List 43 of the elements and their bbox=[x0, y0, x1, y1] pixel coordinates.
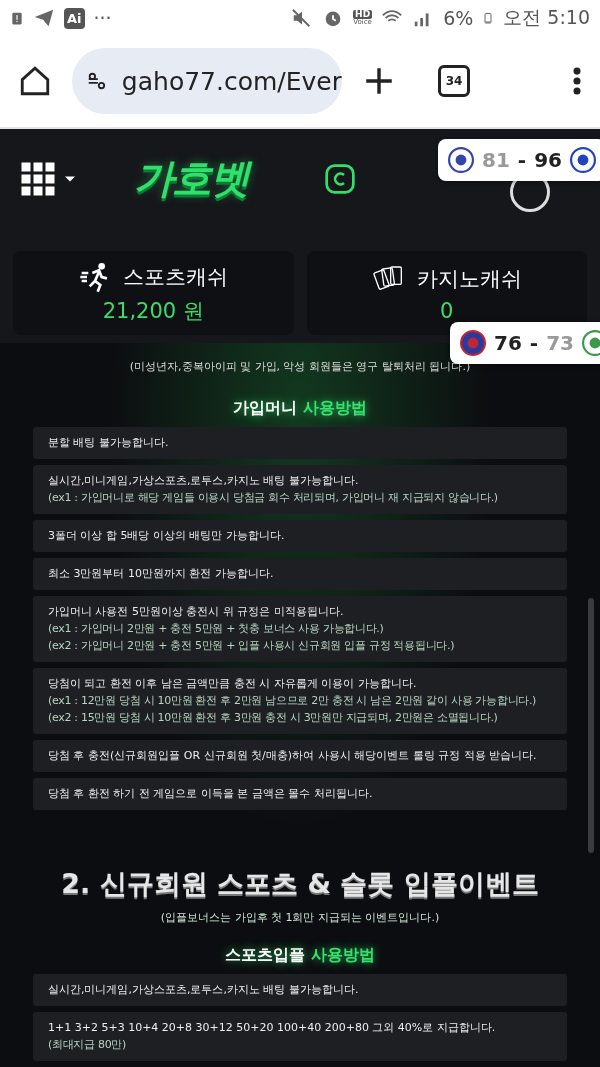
app-badge: Ai bbox=[64, 7, 85, 29]
wallet-amount: 21,200 원 bbox=[102, 297, 204, 325]
section-heading: 가입머니 사용방법 bbox=[233, 398, 367, 419]
team-crest-icon bbox=[448, 147, 474, 173]
rule-example: (ex1 : 가입머니 2만원 + 충전 5만원 + 첫충 보너스 사용 가능합니다.) bbox=[48, 622, 385, 636]
rule-text: 당첨 후 충전(신규회원입플 OR 신규회원 첫/매충)하여 사용시 해당이벤트 롤링 규정 적용 받습니다. bbox=[48, 749, 538, 763]
wallet-amount: 0 bbox=[440, 298, 454, 323]
more-notifications: ··· bbox=[93, 7, 112, 30]
wallet-card[interactable]: 스포츠캐쉬 21,200 원 bbox=[13, 250, 294, 335]
rule-text: 1+1 3+2 5+3 10+4 20+8 30+12 50+20 100+40 200+80 그외 40%로 지급합니다. bbox=[48, 1021, 497, 1035]
score-separator: - bbox=[517, 148, 527, 172]
coin-icon[interactable] bbox=[324, 162, 356, 195]
section-title: 2. 신규회원 스포츠 & 슬롯 입플이벤트 bbox=[61, 867, 539, 901]
rule-example: (ex1 : 가입머니로 해당 게임들 이용시 당첨금 회수 처리되며, 가입머니 재 지급되지 않습니다.) bbox=[48, 491, 499, 505]
team-crest-icon bbox=[460, 330, 486, 356]
rule-text: 최소 3만원부터 10만원까지 환전 가능합니다. bbox=[48, 567, 275, 581]
score-popup[interactable]: 81 - 96 bbox=[438, 139, 600, 181]
rule-text: 당첨 후 환전 하기 전 게임으로 이득을 본 금액은 몰수 처리됩니다. bbox=[48, 787, 374, 801]
clock: 오전 5:10 bbox=[503, 5, 590, 31]
rule-example: (ex2 : 가입머니 2만원 + 충전 5만원 + 입플 사용시 신규회원 입플 규정 적용됩니다.) bbox=[48, 639, 456, 653]
rule-text: 분할 배팅 불가능합니다. bbox=[48, 436, 170, 450]
rule-example: (ex1 : 12만원 당첨 시 10만원 환전 후 2만원 남으므로 2만 충전 시 남은 2만원 같이 사용 가능합니다.) bbox=[48, 694, 538, 708]
rule-text: 3폴더 이상 합 5배당 이상의 배팅만 가능합니다. bbox=[48, 529, 286, 543]
wallet-label: 스포츠캐쉬 bbox=[122, 263, 228, 291]
hd-label: HD bbox=[353, 10, 373, 20]
rule-example: (ex2 : 15만원 당첨 시 10만원 환전 후 3만원 충전 시 3만원만 지급되며, 2만원은 소멸됩니다.) bbox=[48, 711, 499, 725]
rule-text: 실시간,미니게임,가상스포츠,로투스,카지노 배팅 불가능합니다. bbox=[48, 474, 360, 488]
rule-text: 당첨이 되고 환전 이후 남은 금액만큼 충전 시 자유롭게 이용이 가능합니다. bbox=[48, 677, 418, 691]
battery-percent: 6% bbox=[443, 7, 474, 30]
tab-count-button[interactable]: 34 bbox=[438, 65, 470, 98]
wallet-card[interactable]: 카지노캐쉬 0 bbox=[306, 250, 587, 335]
rule-text: 가입머니 사용전 5만원이상 충전시 위 규정은 미적용됩니다. bbox=[48, 605, 345, 619]
home-score: 81 bbox=[482, 148, 510, 172]
score-popup[interactable]: 76 - 73 bbox=[450, 322, 600, 364]
address-bar[interactable]: gaho77.com/Ever bbox=[72, 48, 342, 115]
grid-menu-icon[interactable] bbox=[20, 160, 56, 197]
section-subtitle: (입플보너스는 가입후 첫 1회만 지급되는 이벤트입니다.) bbox=[160, 910, 440, 925]
section-heading: 스포츠입플 사용방법 bbox=[225, 945, 375, 966]
team-crest-icon bbox=[570, 147, 596, 173]
rule-example: (최대지급 80만) bbox=[48, 1038, 128, 1052]
rule-text: 실시간,미니게임,가상스포츠,로투스,카지노 배팅 불가능합니다. bbox=[48, 983, 360, 997]
away-score: 96 bbox=[534, 148, 562, 172]
wallet-label: 카지노캐쉬 bbox=[417, 265, 523, 293]
